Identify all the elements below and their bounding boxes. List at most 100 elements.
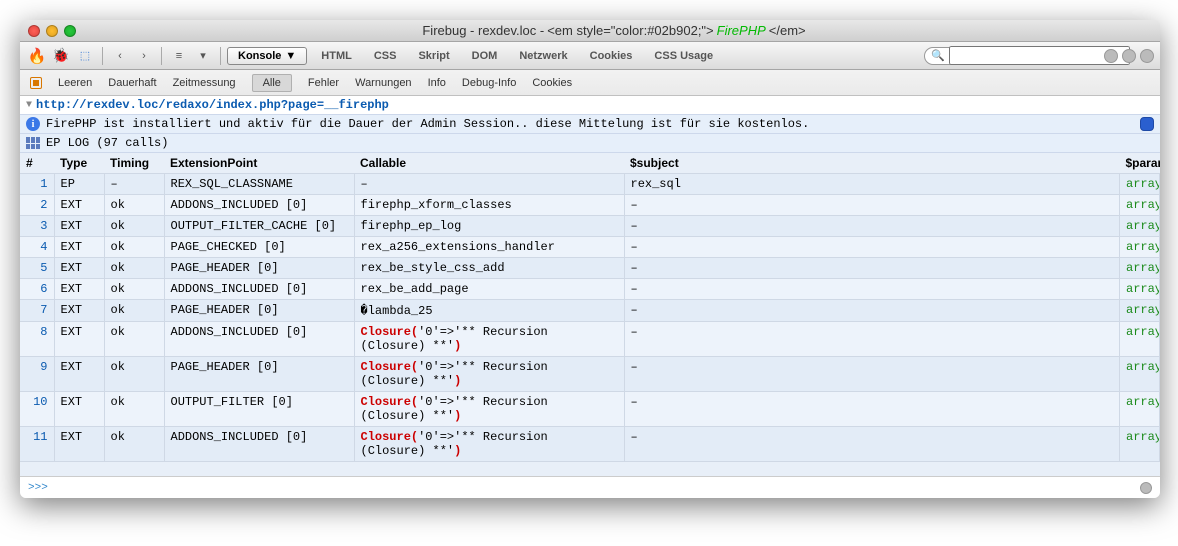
title-markup-close: </em> bbox=[769, 23, 806, 38]
firebug-icon[interactable]: 🔥 bbox=[26, 46, 48, 66]
tab-cssusage[interactable]: CSS Usage bbox=[648, 47, 719, 65]
tab-cookies[interactable]: Cookies bbox=[584, 47, 639, 65]
log-header-row: EP LOG (97 calls) bbox=[20, 134, 1160, 153]
cell: EXT bbox=[54, 216, 104, 237]
filter-debug[interactable]: Debug-Info bbox=[462, 77, 516, 89]
pointer-icon[interactable]: ⬚ bbox=[74, 46, 96, 66]
cell: – bbox=[624, 300, 1120, 322]
profile-button[interactable]: Zeitmessung bbox=[173, 77, 236, 89]
search-field[interactable] bbox=[949, 46, 1130, 65]
log-table-wrap[interactable]: # Type Timing ExtensionPoint Callable $s… bbox=[20, 153, 1160, 476]
table-row[interactable]: 9EXTokPAGE_HEADER [0]Closure('0'=>'** Re… bbox=[20, 357, 1160, 392]
cell: PAGE_CHECKED [0] bbox=[164, 237, 354, 258]
command-line[interactable]: >>> bbox=[20, 476, 1160, 498]
cell: OUTPUT_FILTER [0] bbox=[164, 392, 354, 427]
cell: REX_SQL_CLASSNAME bbox=[164, 174, 354, 195]
table-row[interactable]: 3EXTokOUTPUT_FILTER_CACHE [0]firephp_ep_… bbox=[20, 216, 1160, 237]
clear-button[interactable]: Leeren bbox=[58, 77, 92, 89]
filter-info[interactable]: Info bbox=[428, 77, 446, 89]
cell: Closure('0'=>'** Recursion (Closure) **'… bbox=[354, 357, 624, 392]
search-icon: 🔍 bbox=[931, 49, 945, 62]
scroll-thumb[interactable] bbox=[1140, 117, 1154, 131]
cell: Closure('0'=>'** Recursion (Closure) **'… bbox=[354, 322, 624, 357]
main-toolbar: 🔥 🐞 ⬚ ‹ › ≡ ▾ Konsole ▼ HTML CSS Skript … bbox=[20, 42, 1160, 70]
table-row[interactable]: 7EXTokPAGE_HEADER [0]�lambda_25–array bbox=[20, 300, 1160, 322]
table-row[interactable]: 11EXTokADDONS_INCLUDED [0]Closure('0'=>'… bbox=[20, 427, 1160, 462]
cell: array bbox=[1120, 279, 1160, 300]
menu-icon[interactable]: ≡ bbox=[168, 46, 190, 66]
cell: array bbox=[1120, 258, 1160, 279]
cell: 8 bbox=[20, 322, 54, 357]
cell: firephp_xform_classes bbox=[354, 195, 624, 216]
break-icon[interactable] bbox=[30, 77, 42, 89]
right-controls bbox=[1104, 49, 1154, 63]
tab-net[interactable]: Netzwerk bbox=[513, 47, 573, 65]
cell: – bbox=[624, 279, 1120, 300]
request-line[interactable]: ▼ http://rexdev.loc/redaxo/index.php?pag… bbox=[20, 96, 1160, 114]
tab-css[interactable]: CSS bbox=[368, 47, 403, 65]
filter-all[interactable]: Alle bbox=[252, 74, 292, 92]
cell: array bbox=[1120, 237, 1160, 258]
cell: ok bbox=[104, 357, 164, 392]
cell: EXT bbox=[54, 427, 104, 462]
tab-html[interactable]: HTML bbox=[315, 47, 358, 65]
command-input[interactable] bbox=[52, 482, 1136, 494]
table-row[interactable]: 5EXTokPAGE_HEADER [0]rex_be_style_css_ad… bbox=[20, 258, 1160, 279]
disclosure-icon[interactable]: ▼ bbox=[26, 100, 32, 111]
cell: PAGE_HEADER [0] bbox=[164, 258, 354, 279]
cell: array bbox=[1120, 195, 1160, 216]
cell: ADDONS_INCLUDED [0] bbox=[164, 279, 354, 300]
close-panel-icon[interactable] bbox=[1140, 49, 1154, 63]
cell: – bbox=[624, 258, 1120, 279]
cell: 1 bbox=[20, 174, 54, 195]
table-row[interactable]: 4EXTokPAGE_CHECKED [0]rex_a256_extension… bbox=[20, 237, 1160, 258]
cell: EP bbox=[54, 174, 104, 195]
back-icon[interactable]: ‹ bbox=[109, 46, 131, 66]
log-title: EP LOG (97 calls) bbox=[46, 136, 168, 150]
cell: 5 bbox=[20, 258, 54, 279]
cell: PAGE_HEADER [0] bbox=[164, 357, 354, 392]
info-text: FirePHP ist installiert und aktiv für di… bbox=[46, 117, 809, 131]
titlebar: Firebug - rexdev.loc - <em style="color:… bbox=[20, 20, 1160, 42]
tab-dom[interactable]: DOM bbox=[466, 47, 504, 65]
cell: 2 bbox=[20, 195, 54, 216]
cell: – bbox=[624, 195, 1120, 216]
cell: EXT bbox=[54, 258, 104, 279]
dropdown-icon[interactable]: ▾ bbox=[192, 46, 214, 66]
console-subbar: Leeren Dauerhaft Zeitmessung Alle Fehler… bbox=[20, 70, 1160, 96]
table-row[interactable]: 10EXTokOUTPUT_FILTER [0]Closure('0'=>'**… bbox=[20, 392, 1160, 427]
expand-cmd-icon[interactable] bbox=[1140, 482, 1152, 494]
separator bbox=[102, 47, 103, 65]
inspect-icon[interactable]: 🐞 bbox=[50, 46, 72, 66]
table-row[interactable]: 6EXTokADDONS_INCLUDED [0]rex_be_add_page… bbox=[20, 279, 1160, 300]
cell: ok bbox=[104, 195, 164, 216]
persist-button[interactable]: Dauerhaft bbox=[108, 77, 156, 89]
cell: 6 bbox=[20, 279, 54, 300]
close-icon[interactable] bbox=[28, 25, 40, 37]
table-row[interactable]: 8EXTokADDONS_INCLUDED [0]Closure('0'=>'*… bbox=[20, 322, 1160, 357]
minimize-icon[interactable] bbox=[46, 25, 58, 37]
filter-warnings[interactable]: Warnungen bbox=[355, 77, 411, 89]
zoom-icon[interactable] bbox=[64, 25, 76, 37]
window-title: Firebug - rexdev.loc - <em style="color:… bbox=[76, 23, 1152, 38]
th-ep: ExtensionPoint bbox=[164, 153, 354, 174]
console-content: ▼ http://rexdev.loc/redaxo/index.php?pag… bbox=[20, 96, 1160, 476]
cell: rex_be_style_css_add bbox=[354, 258, 624, 279]
table-row[interactable]: 1EP–REX_SQL_CLASSNAME–rex_sqlarray bbox=[20, 174, 1160, 195]
forward-icon[interactable]: › bbox=[133, 46, 155, 66]
search-input[interactable]: 🔍 bbox=[924, 47, 1094, 65]
cell: ok bbox=[104, 392, 164, 427]
cell: 7 bbox=[20, 300, 54, 322]
cell: – bbox=[624, 427, 1120, 462]
filter-errors[interactable]: Fehler bbox=[308, 77, 339, 89]
cell: EXT bbox=[54, 279, 104, 300]
table-row[interactable]: 2EXTokADDONS_INCLUDED [0]firephp_xform_c… bbox=[20, 195, 1160, 216]
popout-icon[interactable] bbox=[1122, 49, 1136, 63]
tab-script[interactable]: Skript bbox=[412, 47, 455, 65]
console-tab[interactable]: Konsole ▼ bbox=[227, 47, 307, 65]
separator bbox=[220, 47, 221, 65]
cell: ADDONS_INCLUDED [0] bbox=[164, 322, 354, 357]
table-icon bbox=[26, 137, 40, 149]
minimize-panel-icon[interactable] bbox=[1104, 49, 1118, 63]
filter-cookies[interactable]: Cookies bbox=[532, 77, 572, 89]
